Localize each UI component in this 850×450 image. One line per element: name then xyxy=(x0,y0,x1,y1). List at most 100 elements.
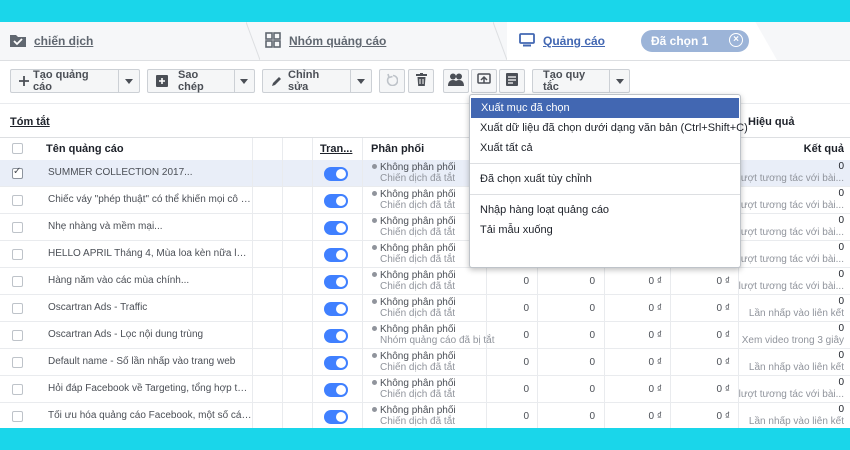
status-toggle[interactable] xyxy=(324,410,348,424)
row-checkbox[interactable] xyxy=(12,330,23,341)
status-toggle[interactable] xyxy=(324,275,348,289)
ad-name[interactable]: Hàng năm vào các mùa chính... xyxy=(48,268,252,294)
result-cell: 0 lượt tương tác với bài... xyxy=(739,188,844,212)
status-toggle[interactable] xyxy=(324,356,348,370)
menu-download-template[interactable]: Tải mẫu xuống xyxy=(470,220,740,240)
plus-icon xyxy=(19,76,29,86)
menu-custom-export[interactable]: Đã chọn xuất tùy chỉnh xyxy=(470,169,740,189)
delivery-sub-label: Chiến dịch đã tắt xyxy=(380,416,456,427)
row-checkbox[interactable] xyxy=(12,303,23,314)
delivery-sub-label: Chiến dịch đã tắt xyxy=(380,362,456,373)
rule-dropdown-icon[interactable] xyxy=(609,70,629,92)
delivery-label: Không phân phối xyxy=(380,189,456,200)
duplicate-button[interactable]: Sao chép xyxy=(147,69,255,93)
status-toggle[interactable] xyxy=(324,383,348,397)
audience-button[interactable] xyxy=(443,69,469,93)
ad-name[interactable]: Hỏi đáp Facebook về Targeting, tổng hợp … xyxy=(48,376,252,402)
create-rule-button[interactable]: Tạo quy tắc xyxy=(532,69,630,93)
undo-button[interactable] xyxy=(379,69,405,93)
row-checkbox[interactable] xyxy=(12,276,23,287)
status-toggle[interactable] xyxy=(324,167,348,181)
result-type: lượt tương tác với bài... xyxy=(738,254,844,265)
menu-export-selected[interactable]: Xuất mục đã chọn xyxy=(471,98,739,118)
ads-manager: chiến dịch Nhóm quảng cáo Quảng cáo Đã c… xyxy=(0,22,850,428)
delivery-sub-label: Chiến dịch đã tắt xyxy=(380,389,456,400)
export-button[interactable] xyxy=(471,69,497,93)
create-ad-button[interactable]: Tạo quảng cáo xyxy=(10,69,140,93)
people-icon xyxy=(448,73,464,89)
col-status[interactable]: Tran... xyxy=(320,138,360,160)
metric-value: 0 ₫ xyxy=(716,303,730,314)
metric-value: 0 ₫ xyxy=(648,411,662,422)
result-cell: 0 Lần nhấp vào liên kết xyxy=(749,404,844,428)
table-row[interactable]: Oscartran Ads - Traffic Không phân phối Ch… xyxy=(0,295,850,322)
select-all-checkbox[interactable] xyxy=(12,143,23,154)
ad-name[interactable]: Nhẹ nhàng và mềm mại... xyxy=(48,214,252,240)
delete-button[interactable] xyxy=(408,69,434,93)
status-dot-icon xyxy=(372,299,377,304)
status-toggle[interactable] xyxy=(324,329,348,343)
delivery-status: Không phân phối Chiến dịch đã tắt xyxy=(372,378,456,400)
delivery-label: Không phân phối xyxy=(380,378,456,389)
duplicate-icon xyxy=(156,75,168,87)
export-menu: Xuất mục đã chọn Xuất dữ liệu đã chọn dư… xyxy=(469,94,748,268)
trash-icon xyxy=(415,73,427,89)
table-row[interactable]: Hỏi đáp Facebook về Targeting, tổng hợp … xyxy=(0,376,850,403)
result-cell: 0 lượt tương tác với bài... xyxy=(739,269,844,293)
ad-name[interactable]: Default name - Số lần nhấp vào trang web xyxy=(48,349,252,375)
ad-name[interactable]: Tối ưu hóa quảng cáo Facebook, một số cá… xyxy=(48,403,252,428)
status-toggle[interactable] xyxy=(324,302,348,316)
row-checkbox[interactable] xyxy=(12,384,23,395)
metric-value: 0 xyxy=(523,303,529,314)
create-ad-label: Tạo quảng cáo xyxy=(33,69,89,93)
menu-export-all[interactable]: Xuất tất cả xyxy=(470,138,740,158)
create-dropdown-icon[interactable] xyxy=(118,70,139,92)
clear-selection-icon[interactable]: × xyxy=(729,33,743,47)
tab-adsets[interactable]: Nhóm quảng cáo xyxy=(265,22,495,60)
delivery-sub-label: Chiến dịch đã tắt xyxy=(380,308,456,319)
tab-campaigns[interactable]: chiến dịch xyxy=(10,22,250,60)
ad-name[interactable]: Chiếc váy "phép thuật" có thể khiến mọi … xyxy=(48,187,252,213)
row-checkbox[interactable] xyxy=(12,249,23,260)
performance-column-group: Hiệu quả xyxy=(748,116,795,128)
col-ad-name[interactable]: Tên quảng cáo xyxy=(46,138,246,160)
status-toggle[interactable] xyxy=(324,194,348,208)
report-icon xyxy=(506,73,518,89)
ad-name[interactable]: HELLO APRIL Tháng 4, Mùa loa kèn nữa lại… xyxy=(48,241,252,267)
export-icon xyxy=(477,73,491,89)
delivery-label: Không phân phối xyxy=(380,243,456,254)
tab-campaigns-label: chiến dịch xyxy=(34,34,94,48)
ad-name[interactable]: Oscartran Ads - Lọc nội dung trùng xyxy=(48,322,252,348)
result-value: 0 xyxy=(838,296,844,307)
menu-bulk-import[interactable]: Nhập hàng loạt quảng cáo xyxy=(470,200,740,220)
result-type: Lần nhấp vào liên kết xyxy=(748,362,844,373)
report-button[interactable] xyxy=(499,69,525,93)
summary-toggle[interactable]: Tóm tắt xyxy=(10,116,50,128)
status-toggle[interactable] xyxy=(324,221,348,235)
row-checkbox[interactable] xyxy=(12,222,23,233)
status-toggle[interactable] xyxy=(324,248,348,262)
table-row[interactable]: Default name - Số lần nhấp vào trang web… xyxy=(0,349,850,376)
metric-value: 0 xyxy=(523,330,529,341)
ad-name[interactable]: SUMMER COLLECTION 2017... xyxy=(48,160,252,186)
ad-name[interactable]: Oscartran Ads - Traffic xyxy=(48,295,252,321)
edit-dropdown-icon[interactable] xyxy=(350,70,371,92)
table-row[interactable]: Hàng năm vào các mùa chính... Không phân … xyxy=(0,268,850,295)
duplicate-dropdown-icon[interactable] xyxy=(233,70,254,92)
result-value: 0 xyxy=(838,323,844,334)
row-checkbox[interactable] xyxy=(12,357,23,368)
col-delivery[interactable]: Phân phối xyxy=(371,138,471,160)
row-checkbox[interactable] xyxy=(12,411,23,422)
metric-value: 0 xyxy=(523,357,529,368)
delivery-sub-label: Chiến dịch đã tắt xyxy=(380,254,456,265)
row-checkbox[interactable] xyxy=(12,195,23,206)
grid-icon xyxy=(265,31,289,51)
table-row[interactable]: Tối ưu hóa quảng cáo Facebook, một số cá… xyxy=(0,403,850,428)
row-checkbox[interactable] xyxy=(12,166,23,179)
menu-export-as-text[interactable]: Xuất dữ liệu đã chọn dưới dạng văn bản (… xyxy=(470,118,748,138)
delivery-sub-label: Chiến dịch đã tắt xyxy=(380,200,456,211)
delivery-label: Không phân phối xyxy=(380,270,456,281)
edit-button[interactable]: Chỉnh sửa xyxy=(262,69,372,93)
col-results[interactable]: Kết quả xyxy=(804,138,844,160)
table-row[interactable]: Oscartran Ads - Lọc nội dung trùng Không … xyxy=(0,322,850,349)
